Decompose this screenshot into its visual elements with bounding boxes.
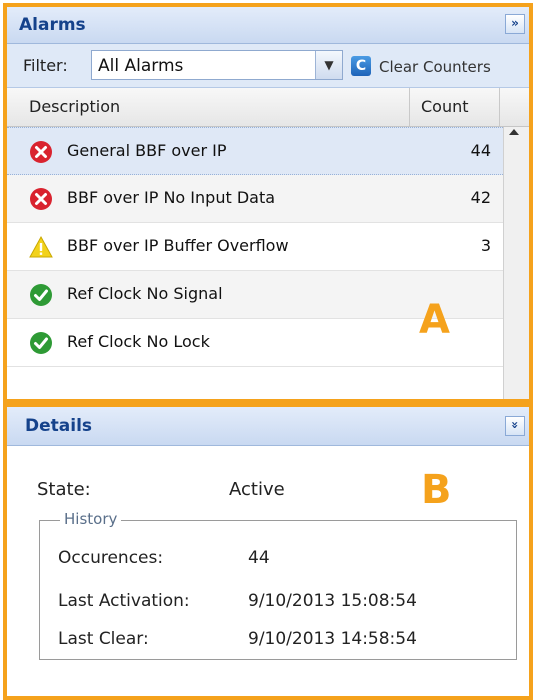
error-icon [30,188,52,210]
vertical-scrollbar[interactable] [503,127,529,399]
filter-select[interactable]: All Alarms ▼ [91,50,343,80]
annotation-label-a: A [419,297,450,343]
history-legend: History [60,510,122,528]
refresh-icon[interactable]: C [351,56,371,76]
alarm-count: 44 [470,141,491,160]
details-title-bar: Details » [7,407,529,446]
alarm-description: BBF over IP Buffer Overflow [67,236,289,255]
column-header-description[interactable]: Description [29,97,120,116]
scroll-up-arrow-icon[interactable] [509,129,519,135]
last-clear-label: Last Clear: [58,629,149,649]
ok-icon [30,332,52,354]
annotation-label-b: B [421,467,452,513]
table-row[interactable]: BBF over IP Buffer Overflow 3 [7,223,503,271]
alarms-toolbar: Filter: All Alarms ▼ C Clear Counters [7,44,529,88]
state-label: State: [37,479,91,500]
details-title: Details [25,416,93,436]
table-row[interactable]: General BBF over IP 44 [7,127,503,175]
alarm-description: BBF over IP No Input Data [67,188,276,207]
collapse-panel-button[interactable]: » [505,14,525,34]
history-group: History Occurences: 44 Last Activation: … [39,510,517,660]
alarms-grid-header: Description Count [7,88,529,127]
warning-icon [29,235,53,258]
alarm-description: General BBF over IP [67,141,227,160]
ok-icon [30,284,52,306]
last-activation-value: 9/10/2013 15:08:54 [248,591,417,611]
column-divider [499,88,500,126]
filter-label: Filter: [23,56,68,75]
alarm-count: 42 [470,188,491,207]
double-chevron-down-icon: » [507,421,522,429]
column-divider [409,88,410,126]
table-row[interactable]: BBF over IP No Input Data 42 [7,175,503,223]
expand-panel-button[interactable]: » [505,416,525,436]
occurrences-value: 44 [248,548,270,568]
chevron-down-icon[interactable]: ▼ [315,51,342,79]
column-header-count[interactable]: Count [421,97,469,116]
clear-counters-button[interactable]: Clear Counters [379,58,491,76]
alarms-grid-body: General BBF over IP 44 BBF over IP No In… [7,127,503,399]
alarm-count: 3 [480,236,491,255]
last-clear-value: 9/10/2013 14:58:54 [248,629,417,649]
occurrences-label: Occurences: [58,548,164,568]
double-chevron-right-icon: » [511,16,519,30]
error-icon [30,141,52,163]
alarm-description: Ref Clock No Lock [67,332,210,351]
filter-selected-value: All Alarms [98,56,184,76]
state-value: Active [229,479,285,500]
alarms-panel: Alarms » Filter: All Alarms ▼ C Clear Co… [3,3,533,403]
last-activation-label: Last Activation: [58,591,190,611]
alarm-description: Ref Clock No Signal [67,284,223,303]
alarms-title-bar: Alarms » [7,7,529,44]
alarms-title: Alarms [19,15,86,35]
details-panel: Details » State: Active B History Occure… [3,403,533,700]
